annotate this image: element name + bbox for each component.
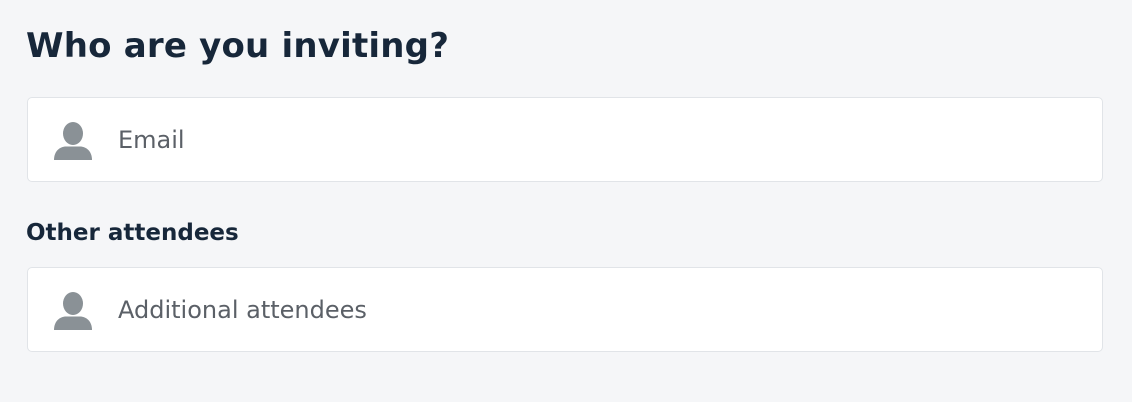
- person-icon: [54, 292, 92, 330]
- email-input[interactable]: [118, 98, 1078, 181]
- additional-attendees-field-container[interactable]: [27, 267, 1103, 352]
- page-title: Who are you inviting?: [26, 26, 450, 66]
- other-attendees-label: Other attendees: [26, 220, 239, 246]
- person-icon: [54, 122, 92, 160]
- additional-attendees-input[interactable]: [118, 268, 1078, 351]
- email-field-container[interactable]: [27, 97, 1103, 182]
